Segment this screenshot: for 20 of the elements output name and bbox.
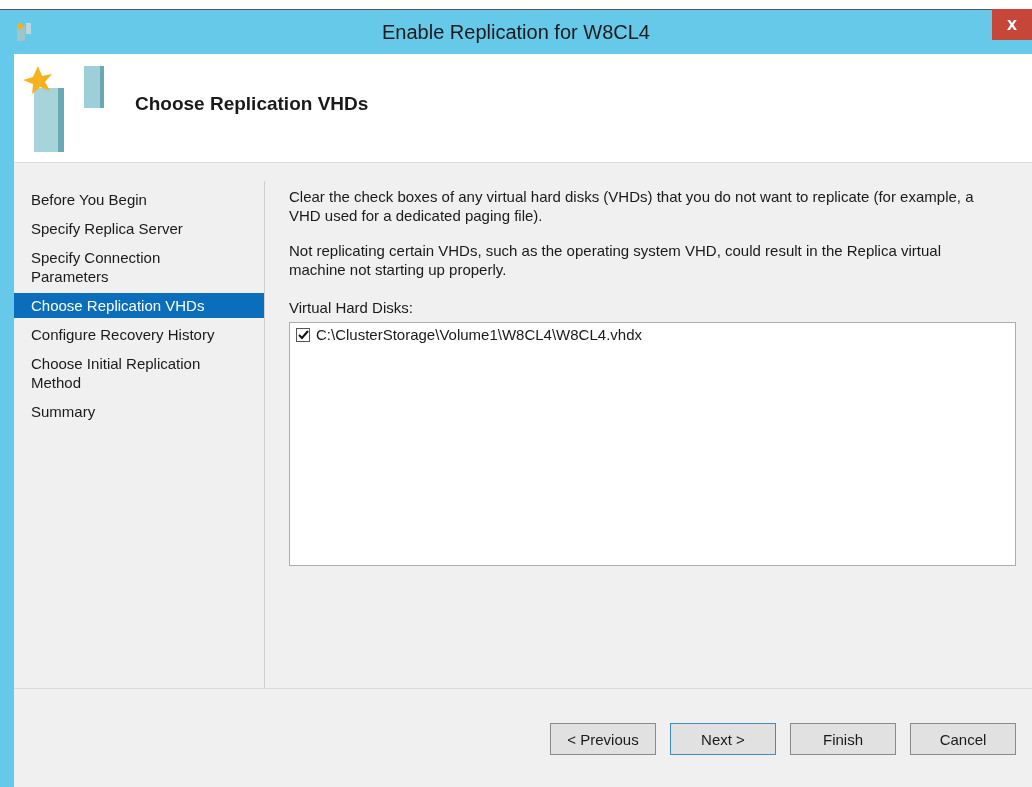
wizard-button[interactable]: Cancel bbox=[910, 723, 1016, 755]
instruction-text: Not replicating certain VHDs, such as the operating system VHD, could result in the Replica virtual machine not starting up properly. bbox=[289, 241, 942, 279]
wizard-step[interactable]: Specify Connection Parameters bbox=[14, 245, 264, 289]
wizard-step[interactable]: Choose Replication VHDs bbox=[14, 293, 264, 318]
wizard-step[interactable]: Summary bbox=[14, 399, 264, 424]
instruction-text: Clear the check boxes of any virtual hard disks (VHDs) that you do not want to replicate (for example, a VHD used for a dedicated paging file). bbox=[289, 187, 975, 225]
page-heading: Choose Replication VHDs bbox=[135, 93, 369, 115]
wizard-button[interactable]: Next > bbox=[670, 723, 776, 755]
server-icon bbox=[16, 22, 32, 42]
wizard-button[interactable]: < Previous bbox=[550, 723, 656, 755]
wizard-step[interactable]: Specify Replica Server bbox=[14, 216, 264, 241]
checkbox[interactable] bbox=[296, 327, 310, 342]
window-title: Enable Replication for W8CL4 bbox=[382, 20, 650, 44]
wizard-button[interactable]: Finish bbox=[790, 723, 896, 755]
wizard-step[interactable]: Configure Recovery History bbox=[14, 322, 264, 347]
disk-path: C:\ClusterStorage\Volume1\W8CL4\W8CL4.vhdx bbox=[316, 326, 642, 343]
list-label: Virtual Hard Disks: bbox=[289, 299, 414, 316]
close-button[interactable]: x bbox=[992, 9, 1032, 40]
wizard-step[interactable]: Choose Initial Replication Method bbox=[14, 351, 264, 395]
wizard-step[interactable]: Before You Begin bbox=[14, 187, 264, 212]
